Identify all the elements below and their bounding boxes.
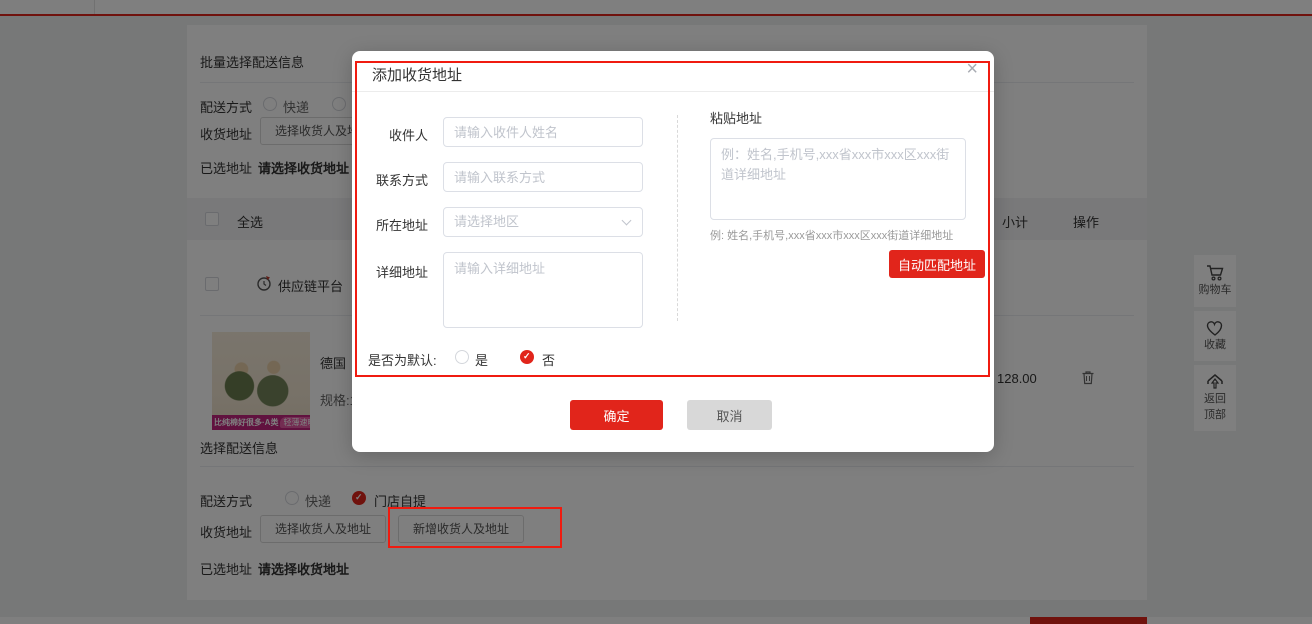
region-label: 所在地址 [365, 215, 428, 234]
default-no-radio[interactable] [520, 350, 534, 364]
paste-address-label: 粘贴地址 [710, 108, 762, 127]
modal-header-divider [352, 91, 994, 92]
detail-textarea[interactable] [443, 252, 643, 328]
auto-match-button[interactable]: 自动匹配地址 [889, 250, 985, 278]
recipient-label: 收件人 [365, 125, 428, 144]
contact-label: 联系方式 [365, 170, 428, 189]
confirm-button[interactable]: 确定 [570, 400, 663, 430]
default-yes-radio[interactable] [455, 350, 469, 364]
cancel-button[interactable]: 取消 [687, 400, 772, 430]
add-address-modal: 添加收货地址 × 收件人 联系方式 所在地址 请选择地区 详细地址 是否为默认:… [352, 51, 994, 452]
recipient-input[interactable] [443, 117, 643, 147]
chevron-down-icon [622, 216, 632, 226]
paste-address-hint: 例: 姓名,手机号,xxx省xxx市xxx区xxx街道详细地址 [710, 227, 953, 243]
modal-vertical-divider [677, 115, 678, 321]
region-select-placeholder: 请选择地区 [454, 214, 519, 229]
default-label: 是否为默认: [368, 350, 437, 369]
default-yes-label[interactable]: 是 [475, 350, 488, 369]
modal-title: 添加收货地址 [372, 64, 462, 85]
detail-label: 详细地址 [365, 262, 428, 281]
page: 批量选择配送信息 配送方式 快递 收货地址 选择收货人及地址 已选地址 请选择收… [0, 0, 1312, 624]
close-icon[interactable]: × [966, 59, 978, 79]
paste-address-textarea[interactable] [710, 138, 966, 220]
default-no-label[interactable]: 否 [542, 350, 555, 369]
region-select[interactable]: 请选择地区 [443, 207, 643, 237]
contact-input[interactable] [443, 162, 643, 192]
